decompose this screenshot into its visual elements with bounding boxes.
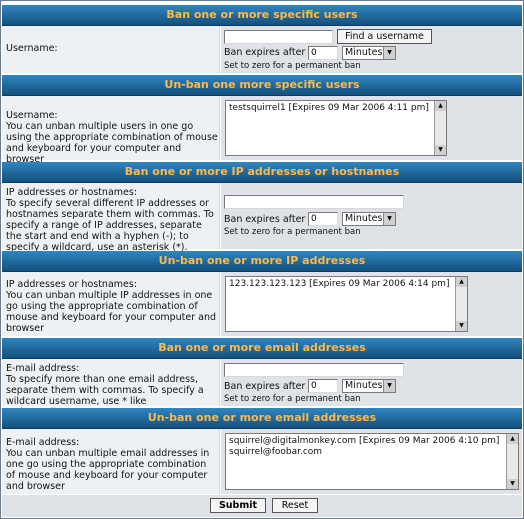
ban-control-form: Ban one or more specific users Username:… [0, 0, 524, 519]
unit-value: Minutes [345, 213, 383, 224]
scrollbar[interactable]: ▲ ▼ [455, 277, 467, 331]
ban-expires-unit-select[interactable]: Minutes ▼ [342, 379, 396, 393]
ban-ips-header: Ban one or more IP addresses or hostname… [2, 162, 522, 183]
username-input[interactable] [224, 30, 333, 44]
ban-users-input-cell: Find a username Ban expires after Minute… [221, 26, 522, 73]
scroll-down-icon[interactable]: ▼ [435, 145, 446, 155]
ip-input[interactable] [224, 195, 404, 209]
chevron-down-icon: ▼ [383, 213, 395, 225]
ban-emails-header: Ban one or more email addresses [2, 338, 522, 359]
scroll-up-icon[interactable]: ▲ [507, 434, 518, 444]
unban-ips-text: IP addresses or hostnames: You can unban… [6, 279, 218, 334]
unban-ips-label-cell: IP addresses or hostnames: You can unban… [2, 272, 220, 336]
scroll-down-icon[interactable]: ▼ [507, 479, 518, 489]
scroll-up-icon[interactable]: ▲ [435, 101, 446, 111]
form-footer: Submit Reset [2, 495, 522, 517]
chevron-down-icon: ▼ [383, 47, 395, 59]
reset-button[interactable]: Reset [272, 498, 318, 513]
unban-emails-list-cell: squirrel@digitalmonkey.com [Expires 09 M… [221, 429, 522, 494]
chevron-down-icon: ▼ [383, 380, 395, 392]
unban-username-label: Username: [6, 110, 58, 121]
scroll-up-icon[interactable]: ▲ [456, 277, 467, 287]
scrollbar[interactable]: ▲ ▼ [506, 434, 518, 489]
unban-email-label: E-mail address: [6, 437, 80, 448]
ban-emails-label-cell: E-mail address: To specify more than one… [2, 359, 220, 418]
ban-expires-label: Ban expires after [224, 47, 306, 58]
ban-users-header: Ban one or more specific users [2, 5, 522, 26]
unban-ip-label: IP addresses or hostnames: [6, 279, 138, 290]
ban-expires-label: Ban expires after [224, 381, 306, 392]
list-item[interactable]: 123.123.123.123 [Expires 09 Mar 2006 4:1… [229, 279, 464, 290]
ban-ips-label-cell: IP addresses or hostnames: To specify se… [2, 183, 220, 253]
find-username-button[interactable]: Find a username [337, 29, 432, 44]
unban-users-listbox[interactable]: testsquirrel1 [Expires 09 Mar 2006 4:11 … [225, 100, 447, 156]
ban-ips-input-cell: Ban expires after Minutes▼ Set to zero f… [221, 183, 522, 249]
ban-expires-input[interactable] [308, 212, 338, 226]
unban-users-label-cell: Username: You can unban multiple users i… [2, 96, 220, 165]
scrollbar[interactable]: ▲ ▼ [434, 101, 446, 155]
ban-ips-text: IP addresses or hostnames: To specify se… [6, 187, 218, 253]
list-item[interactable]: squirrel@digitalmonkey.com [Expires 09 M… [229, 436, 515, 447]
permanent-ban-hint: Set to zero for a permanent ban [224, 227, 361, 237]
unit-value: Minutes [345, 47, 383, 58]
list-item[interactable]: testsquirrel1 [Expires 09 Mar 2006 4:11 … [229, 103, 443, 114]
ban-expires-unit-select[interactable]: Minutes ▼ [342, 46, 396, 60]
unban-users-text: Username: You can unban multiple users i… [6, 110, 218, 165]
ip-label: IP addresses or hostnames: [6, 187, 138, 198]
unit-value: Minutes [345, 380, 383, 391]
unban-ips-listbox[interactable]: 123.123.123.123 [Expires 09 Mar 2006 4:1… [225, 276, 468, 332]
email-input[interactable] [224, 363, 404, 377]
unban-ips-desc: You can unban multiple IP addresses in o… [6, 290, 217, 334]
list-item[interactable]: squirrel@foobar.com [229, 447, 515, 458]
ban-ips-desc: To specify several different IP addresse… [6, 198, 214, 253]
unban-users-desc: You can unban multiple users in one go u… [6, 121, 218, 165]
scroll-down-icon[interactable]: ▼ [456, 321, 467, 331]
unban-emails-header: Un-ban one or more email addresses [2, 408, 522, 429]
submit-button[interactable]: Submit [210, 498, 266, 513]
username-label: Username: [6, 43, 58, 54]
ban-expires-input[interactable] [308, 379, 338, 393]
unban-emails-label-cell: E-mail address: You can unban multiple e… [2, 429, 220, 494]
ban-users-label-cell: Username: [2, 26, 220, 73]
ban-expires-input[interactable] [308, 46, 338, 60]
unban-users-header: Un-ban one more specific users [2, 75, 522, 96]
unban-users-list-cell: testsquirrel1 [Expires 09 Mar 2006 4:11 … [221, 96, 522, 160]
permanent-ban-hint: Set to zero for a permanent ban [224, 61, 361, 71]
unban-emails-text: E-mail address: You can unban multiple e… [6, 437, 218, 492]
ban-expires-unit-select[interactable]: Minutes ▼ [342, 212, 396, 226]
unban-ips-list-cell: 123.123.123.123 [Expires 09 Mar 2006 4:1… [221, 272, 522, 336]
ban-emails-input-cell: Ban expires after Minutes▼ Set to zero f… [221, 359, 522, 406]
permanent-ban-hint: Set to zero for a permanent ban [224, 394, 361, 404]
email-label: E-mail address: [6, 363, 80, 374]
unban-ips-header: Un-ban one or more IP addresses [2, 251, 522, 272]
unban-emails-listbox[interactable]: squirrel@digitalmonkey.com [Expires 09 M… [225, 433, 519, 490]
ban-expires-label: Ban expires after [224, 214, 306, 225]
unban-emails-desc: You can unban multiple email addresses i… [6, 448, 210, 492]
